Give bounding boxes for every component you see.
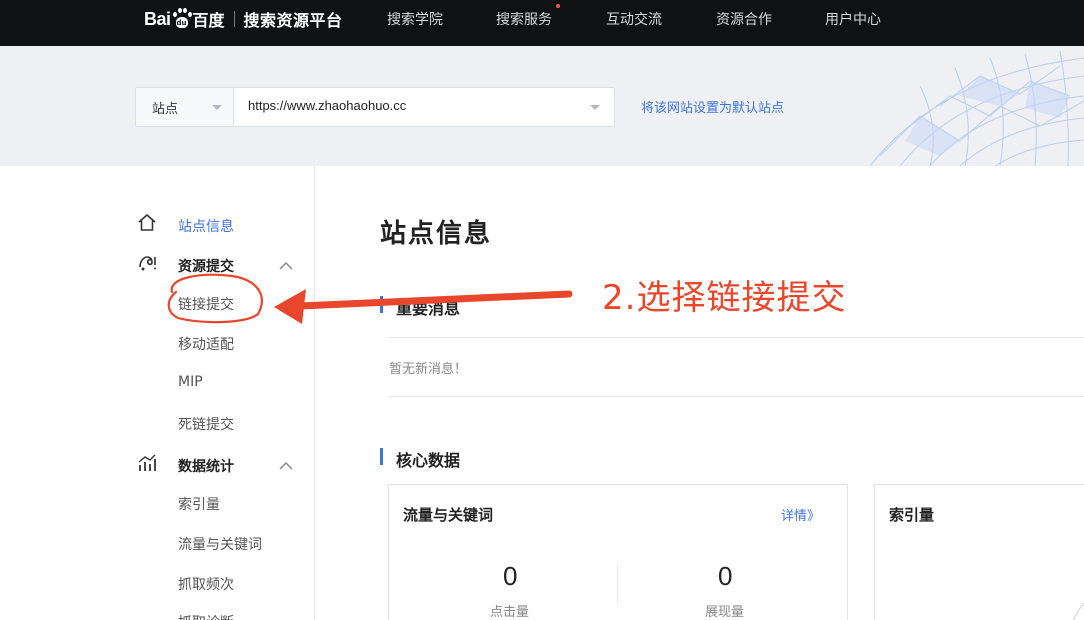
nav-item-interaction[interactable]: 互动交流 xyxy=(606,0,662,40)
nav-item-search-service[interactable]: 搜索服务 xyxy=(496,0,552,40)
sidebar-item-index-volume[interactable]: 索引量 xyxy=(178,494,220,514)
sidebar-group-resource-submit[interactable]: 资源提交 xyxy=(178,256,234,276)
sidebar: 站点信息 资源提交 链接提交 移动适配 MIP 死链提交 数据统计 索引量 流量… xyxy=(0,166,315,620)
annotation-label: 2.选择链接提交 xyxy=(602,278,847,318)
sidebar-item-mobile-adapt[interactable]: 移动适配 xyxy=(178,334,234,354)
sidebar-item-link-submit[interactable]: 链接提交 xyxy=(178,294,234,314)
chevron-up-icon[interactable] xyxy=(279,461,293,471)
resource-submit-icon xyxy=(139,256,156,271)
nav-item-cooperation[interactable]: 资源合作 xyxy=(716,0,772,40)
impressions-label: 展现量 xyxy=(705,605,745,620)
globe-decoration-icon xyxy=(869,50,1084,166)
top-navigation-bar: Bai du 百度 搜索资源平台 搜索学院 搜索服务 互动交流 资源合作 用户中… xyxy=(0,0,1084,46)
nav-item-user-center[interactable]: 用户中心 xyxy=(825,0,881,40)
set-default-site-link[interactable]: 将该网站设置为默认站点 xyxy=(641,97,784,116)
index-volume-card: 索引量 xyxy=(874,484,1084,620)
sidebar-group-data-stats[interactable]: 数据统计 xyxy=(178,456,234,476)
traffic-keywords-card: 流量与关键词 详情》 0 点击量 0 展现量 xyxy=(388,484,848,620)
notification-dot xyxy=(556,4,560,8)
page-title: 站点信息 xyxy=(380,219,493,249)
clicks-label: 点击量 xyxy=(490,605,530,620)
baidu-logo[interactable]: Bai du 百度 搜索资源平台 xyxy=(144,6,343,32)
logo-divider xyxy=(233,11,235,27)
site-url-value: https://www.zhaohaohuo.cc xyxy=(248,98,407,113)
no-messages-text: 暂无新消息！ xyxy=(389,362,468,377)
section-accent-bar xyxy=(380,448,383,465)
logo-du-text: du xyxy=(175,17,188,28)
sidebar-item-traffic-keywords[interactable]: 流量与关键词 xyxy=(178,534,262,554)
site-selector-bar: 站点 https://www.zhaohaohuo.cc 将该网站设置为默认站点 xyxy=(0,46,1084,166)
logo-bai-text: Bai xyxy=(144,8,171,29)
chart-icon xyxy=(138,454,156,471)
sidebar-item-crawl-frequency[interactable]: 抓取频次 xyxy=(178,574,234,594)
home-icon xyxy=(138,214,156,231)
details-link[interactable]: 详情》 xyxy=(781,505,820,524)
sidebar-item-dead-link[interactable]: 死链提交 xyxy=(178,414,234,434)
platform-name: 搜索资源平台 xyxy=(243,11,343,30)
chevron-up-icon[interactable] xyxy=(279,261,293,271)
chevron-down-icon xyxy=(212,105,222,110)
metric-divider xyxy=(617,565,618,603)
divider xyxy=(389,337,1084,338)
paw-icon: du xyxy=(172,8,192,30)
section-accent-bar xyxy=(380,296,383,313)
site-type-select[interactable]: 站点 xyxy=(135,87,234,127)
nav-item-search-academy[interactable]: 搜索学院 xyxy=(387,0,443,40)
section-title-core-data: 核心数据 xyxy=(396,451,461,470)
sidebar-item-mip[interactable]: MIP xyxy=(178,374,203,390)
chevron-down-icon xyxy=(590,105,600,110)
site-type-label: 站点 xyxy=(152,102,179,117)
impressions-value: 0 xyxy=(718,561,733,591)
card-title: 索引量 xyxy=(889,506,935,524)
site-url-select[interactable]: https://www.zhaohaohuo.cc xyxy=(233,87,615,127)
logo-baidu-cn: 百度 xyxy=(192,11,225,30)
section-title-important-msgs: 重要消息 xyxy=(396,299,461,318)
card-title: 流量与关键词 xyxy=(403,506,494,524)
sidebar-item-site-info[interactable]: 站点信息 xyxy=(178,216,234,236)
chart-fragment-icon xyxy=(1072,602,1084,620)
clicks-value: 0 xyxy=(503,561,518,591)
sidebar-item-crawl-diagnosis[interactable]: 抓取诊断 xyxy=(178,612,234,620)
divider xyxy=(389,396,1084,397)
